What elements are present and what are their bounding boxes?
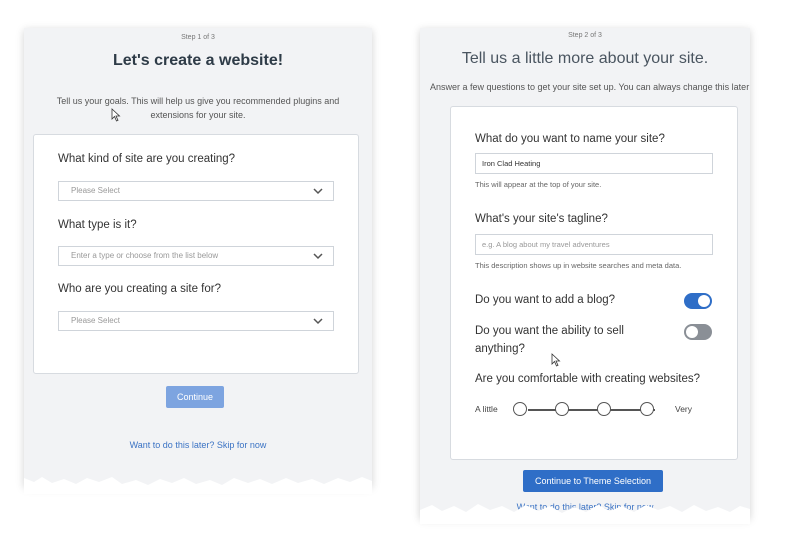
step2-panel: Step 2 of 3 Tell us a little more about … [420, 28, 750, 524]
audience-label: Who are you creating a site for? [58, 283, 221, 295]
site-kind-select[interactable]: Please Select [58, 181, 334, 201]
audience-placeholder: Please Select [71, 316, 120, 325]
blog-question: Do you want to add a blog? [475, 294, 616, 306]
blog-toggle[interactable] [684, 293, 712, 309]
site-kind-label: What kind of site are you creating? [58, 153, 236, 165]
site-name-help: This will appear at the top of your site… [475, 180, 602, 189]
comfort-option-2[interactable] [555, 402, 569, 416]
comfort-question: Are you comfortable with creating websit… [475, 373, 700, 385]
tagline-help: This description shows up in website sea… [475, 261, 682, 270]
chevron-down-icon [313, 318, 323, 325]
page-title: Tell us a little more about your site. [461, 50, 709, 67]
tagline-input[interactable]: e.g. A blog about my travel adventures [475, 234, 713, 255]
audience-select[interactable]: Please Select [58, 311, 334, 331]
torn-edge [24, 477, 372, 494]
skip-link[interactable]: Want to do this later? Skip for now [24, 440, 372, 450]
site-name-input[interactable]: Iron Clad Heating [475, 153, 713, 174]
comfort-option-3[interactable] [597, 402, 611, 416]
site-name-label: What do you want to name your site? [475, 133, 665, 145]
site-details-card: What do you want to name your site? Iron… [450, 106, 738, 460]
mouse-cursor-icon [111, 108, 121, 122]
comfort-option-1[interactable] [513, 402, 527, 416]
sell-toggle[interactable] [684, 324, 712, 340]
page-title: Let's create a website! [112, 52, 284, 69]
page-subtitle: Answer a few questions to get your site … [430, 82, 750, 92]
mouse-cursor-icon [551, 353, 561, 367]
scale-high-label: Very [675, 404, 693, 414]
toggle-knob [698, 295, 710, 307]
goals-card: What kind of site are you creating? Plea… [33, 134, 359, 374]
sell-question-line2: anything? [475, 343, 525, 355]
chevron-down-icon [313, 188, 323, 195]
tagline-label: What's your site's tagline? [475, 213, 608, 225]
torn-edge [420, 504, 750, 524]
step1-panel: Step 1 of 3 Let's create a website! Tell… [24, 28, 372, 494]
site-kind-placeholder: Please Select [71, 186, 120, 195]
scale-low-label: A little [475, 404, 498, 414]
sell-question-line1: Do you want the ability to sell [475, 325, 624, 337]
step-indicator: Step 2 of 3 [568, 32, 602, 39]
continue-button[interactable]: Continue [166, 386, 224, 408]
site-type-combobox[interactable]: Enter a type or choose from the list bel… [58, 246, 334, 266]
site-type-label: What type is it? [58, 219, 137, 231]
page-subtitle: Tell us your goals. This will help us gi… [56, 96, 340, 120]
scale-track [528, 409, 655, 411]
chevron-down-icon [313, 253, 323, 260]
step-indicator: Step 1 of 3 [181, 34, 215, 41]
toggle-knob [686, 326, 698, 338]
site-type-placeholder: Enter a type or choose from the list bel… [71, 251, 219, 260]
comfort-option-4[interactable] [640, 402, 654, 416]
continue-theme-button[interactable]: Continue to Theme Selection [523, 470, 663, 492]
